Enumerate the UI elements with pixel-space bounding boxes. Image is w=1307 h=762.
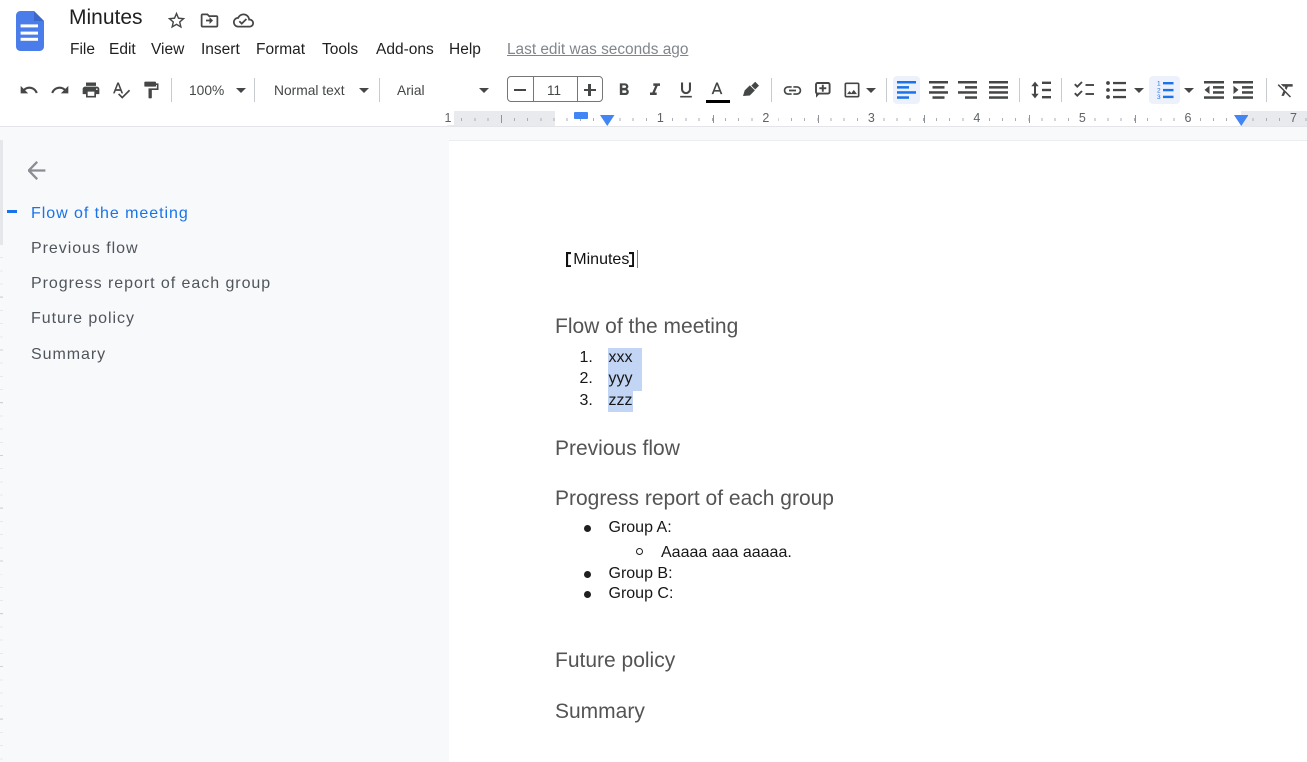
svg-text:3: 3 [1157, 94, 1161, 99]
